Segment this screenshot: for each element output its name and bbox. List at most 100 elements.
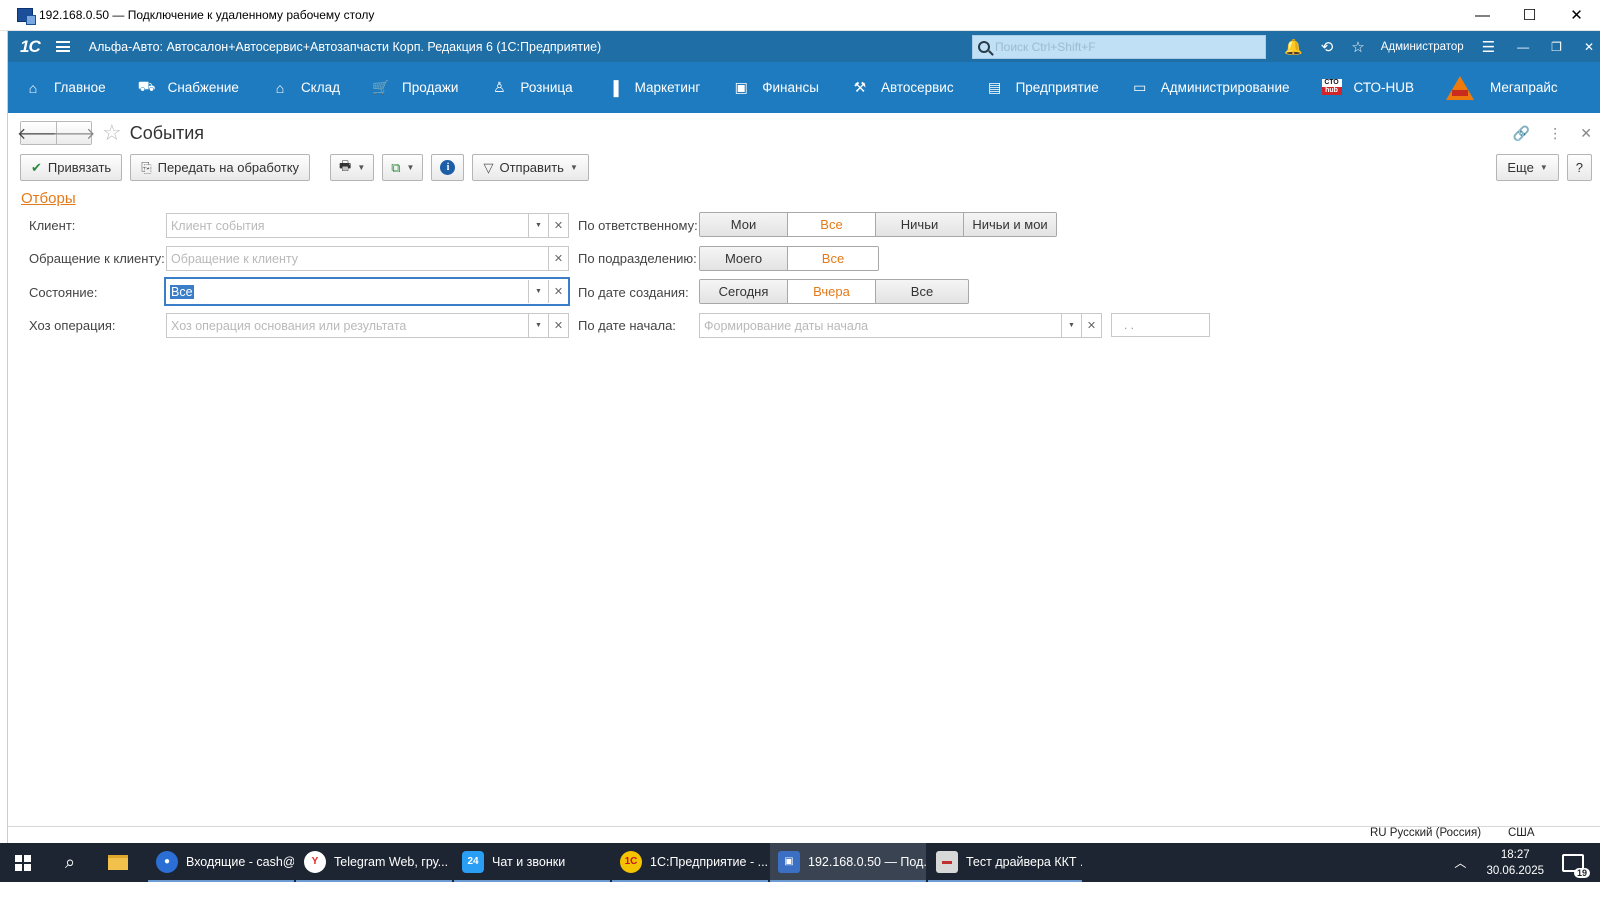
forward-button[interactable]: 🡒: [53, 122, 95, 144]
rdp-app-icon: ▣: [778, 850, 800, 873]
section-sto-hub[interactable]: СТО hub СТО-HUB: [1321, 78, 1414, 97]
state-field[interactable]: Все ▼ ✕: [164, 277, 570, 306]
file-explorer-icon[interactable]: [94, 843, 142, 882]
start-button[interactable]: [0, 843, 46, 882]
section-supply[interactable]: ⛟ Снабжение: [138, 78, 239, 97]
taskbar-task-mail[interactable]: ● Входящие - cash@...: [148, 843, 294, 882]
settings-icon[interactable]: ☰: [1482, 38, 1495, 56]
start-date-input[interactable]: . .: [1111, 313, 1210, 337]
section-retail[interactable]: ♙ Розница: [490, 79, 572, 96]
help-button[interactable]: ?: [1566, 154, 1592, 181]
client-field[interactable]: Клиент события ▼ ✕: [166, 213, 569, 238]
dropdown-arrow-icon[interactable]: ▼: [528, 214, 548, 237]
section-administration[interactable]: ▭ Администрирование: [1131, 79, 1289, 96]
section-sales[interactable]: 🛒 Продажи: [372, 79, 458, 96]
section-label: Мегапрайс: [1489, 80, 1558, 95]
app-restore-icon[interactable]: ❐: [1551, 40, 1562, 54]
favorite-star-icon[interactable]: ☆: [102, 120, 122, 146]
operation-field[interactable]: Хоз операция основания или результата ▼ …: [166, 313, 569, 338]
dropdown-arrow-icon[interactable]: ▼: [528, 280, 548, 303]
megaprice-triangle-icon: [1445, 75, 1474, 100]
notification-count: 19: [1573, 867, 1590, 878]
section-label: Автосервис: [880, 80, 954, 95]
task-label: Входящие - cash@...: [186, 854, 294, 869]
section-megaprice[interactable]: Мегапрайс: [1445, 75, 1558, 100]
window-left-edge: [0, 31, 8, 843]
notification-center-icon[interactable]: 19: [1562, 853, 1590, 878]
tray-expand-icon[interactable]: ︿: [1454, 854, 1466, 871]
link-icon[interactable]: 🔗: [1513, 125, 1530, 142]
create-based-on-button[interactable]: ⧉ ▼: [382, 154, 424, 181]
back-button[interactable]: 🡐: [17, 122, 60, 144]
maximize-button[interactable]: ☐: [1506, 0, 1553, 31]
clear-icon[interactable]: ✕: [548, 247, 568, 270]
clear-icon[interactable]: ✕: [548, 214, 568, 237]
dropdown-arrow-icon[interactable]: ▼: [528, 314, 548, 337]
send-to-processing-button[interactable]: ⎘ Передать на обработку: [130, 154, 311, 181]
created-option-all[interactable]: Все: [876, 280, 968, 303]
app-minimize-icon[interactable]: —: [1517, 40, 1529, 54]
section-warehouse[interactable]: ⌂ Склад: [271, 80, 340, 96]
send-button[interactable]: ▽ Отправить ▼: [472, 154, 589, 181]
task-label: Чат и звонки: [492, 854, 566, 869]
close-window-button[interactable]: ✕: [1553, 0, 1600, 31]
rdp-title-bar: 192.168.0.50 — Подключение к удаленному …: [0, 0, 1600, 31]
bind-button[interactable]: ✔ Привязать: [20, 154, 123, 181]
send-icon: ▽: [483, 159, 494, 175]
minimize-button[interactable]: —: [1459, 0, 1506, 31]
section-main[interactable]: ⌂ Главное: [24, 80, 106, 96]
created-option-today[interactable]: Сегодня: [700, 280, 788, 303]
responsible-option-all[interactable]: Все: [788, 213, 876, 236]
section-marketing[interactable]: ▐ Маркетинг: [605, 80, 701, 96]
history-icon[interactable]: ⟲: [1321, 38, 1334, 56]
taskbar-task-kkt-test[interactable]: ▬ Тест драйвера ККТ ...: [928, 843, 1082, 882]
start-date-formation-field[interactable]: Формирование даты начала ▼ ✕: [699, 313, 1102, 338]
star-icon[interactable]: ☆: [1351, 38, 1364, 56]
bitrix24-icon: 24: [462, 850, 484, 873]
state-value: Все: [170, 284, 194, 299]
search-input[interactable]: Поиск Ctrl+Shift+F: [972, 34, 1267, 59]
responsible-option-nobody[interactable]: Ничьи: [876, 213, 964, 236]
created-option-yesterday[interactable]: Вчера: [788, 280, 876, 303]
print-button[interactable]: 🖶 ▼: [330, 154, 375, 181]
clock[interactable]: 18:27 30.06.2025: [1486, 847, 1544, 879]
printer-icon: 🖶: [339, 157, 352, 173]
section-enterprise[interactable]: ▤ Предприятие: [986, 79, 1099, 96]
section-label: Склад: [300, 80, 341, 95]
responsible-option-nobody-and-mine[interactable]: Ничьи и мои: [964, 213, 1056, 236]
chevron-down-icon: ▼: [357, 163, 366, 172]
taskbar-task-telegram[interactable]: Y Telegram Web, гру...: [296, 843, 452, 882]
more-button[interactable]: Еще ▼: [1496, 154, 1559, 181]
more-vertical-icon[interactable]: ⋮: [1548, 125, 1562, 142]
filters-header-link[interactable]: Отборы: [21, 190, 76, 207]
appeal-field[interactable]: Обращение к клиенту ✕: [166, 246, 569, 271]
taskbar-task-rdp[interactable]: ▣ 192.168.0.50 — Под...: [770, 843, 926, 882]
monitor-icon: ▭: [1133, 79, 1147, 95]
create-based-icon: ⧉: [391, 159, 401, 175]
user-name[interactable]: Администратор: [1381, 41, 1464, 53]
dropdown-arrow-icon[interactable]: ▼: [1061, 314, 1081, 337]
taskbar-task-chat[interactable]: 24 Чат и звонки: [454, 843, 610, 882]
section-autoservice[interactable]: ⚒ Автосервис: [851, 79, 954, 96]
search-taskbar-icon[interactable]: ⌕: [46, 843, 94, 882]
clear-icon[interactable]: ✕: [548, 314, 568, 337]
section-label: СТО-HUB: [1353, 80, 1414, 95]
taskbar-task-1c[interactable]: 1С 1С:Предприятие - ...: [612, 843, 768, 882]
department-option-mine[interactable]: Моего: [700, 247, 788, 270]
menu-icon[interactable]: [55, 41, 70, 52]
app-close-icon[interactable]: ✕: [1584, 40, 1594, 54]
info-button[interactable]: i: [431, 154, 465, 181]
bell-icon[interactable]: 🔔: [1284, 38, 1303, 56]
clear-icon[interactable]: ✕: [1081, 314, 1101, 337]
clear-icon[interactable]: ✕: [548, 280, 568, 303]
info-icon: i: [440, 160, 456, 175]
chevron-down-icon: ▼: [1539, 163, 1548, 172]
department-option-all[interactable]: Все: [788, 247, 878, 270]
language-indicator[interactable]: RU Русский (Россия): [1370, 827, 1481, 839]
keyboard-layout[interactable]: США: [1508, 827, 1535, 839]
clock-date: 30.06.2025: [1486, 864, 1544, 877]
section-finance[interactable]: ▣ Финансы: [732, 79, 819, 96]
responsible-option-mine[interactable]: Мои: [700, 213, 788, 236]
truck-icon: ⛟: [137, 78, 156, 94]
close-form-icon[interactable]: ✕: [1580, 125, 1592, 142]
